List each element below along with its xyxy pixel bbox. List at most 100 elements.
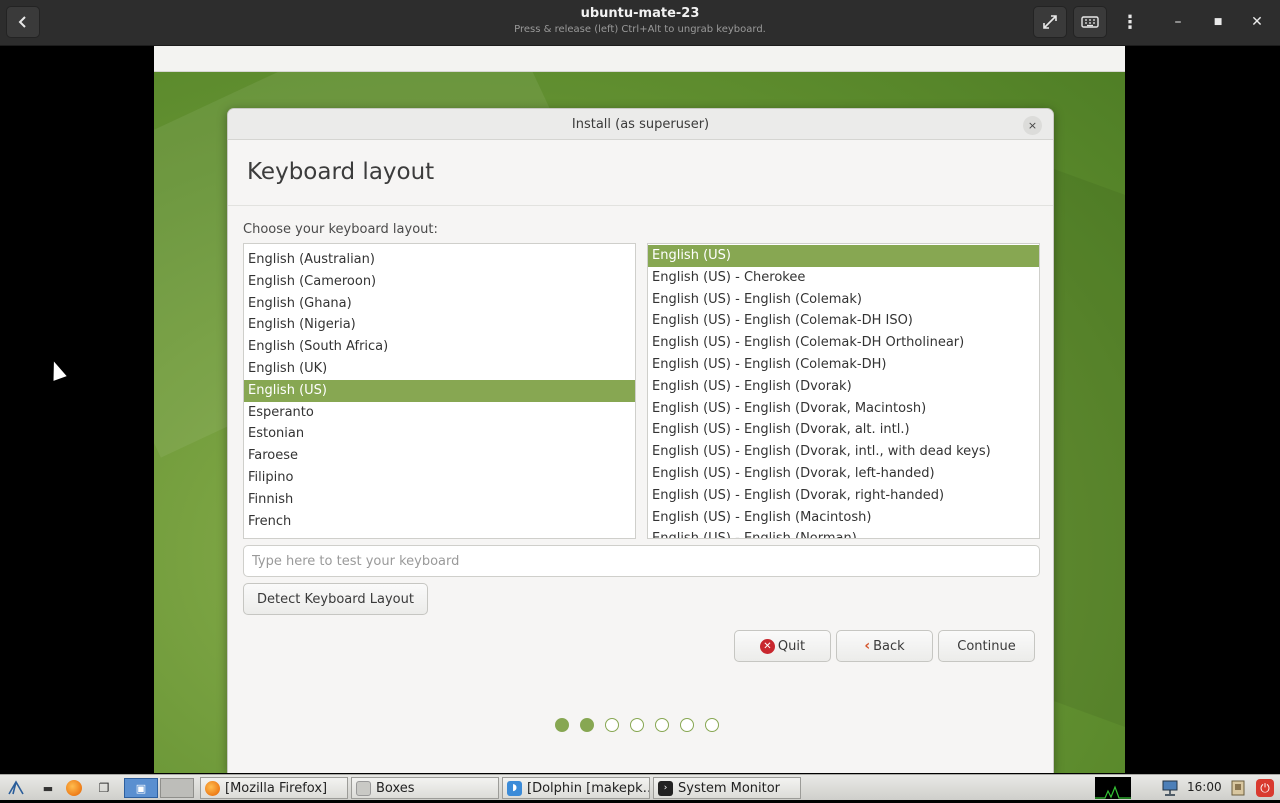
workspace-2[interactable] bbox=[160, 778, 194, 798]
kebab-menu-icon: ⋮ bbox=[1121, 11, 1139, 33]
workspace-1[interactable]: ▣ bbox=[124, 778, 158, 798]
taskbar-window-boxes[interactable]: Boxes bbox=[351, 777, 499, 799]
variant-list-item[interactable]: English (US) - English (Dvorak, alt. int… bbox=[648, 419, 1039, 441]
divider bbox=[228, 205, 1053, 206]
back-arrow-icon: ‹ bbox=[864, 638, 871, 654]
guest-top-panel bbox=[154, 46, 1125, 72]
ungrab-hint: Press & release (left) Ctrl+Alt to ungra… bbox=[514, 24, 766, 35]
maximize-button[interactable]: ■ bbox=[1204, 8, 1232, 36]
layout-list-item[interactable]: Filipino bbox=[244, 467, 635, 489]
network-tray-button[interactable] bbox=[1160, 778, 1180, 798]
variant-list-item[interactable]: English (US) - English (Norman) bbox=[648, 528, 1039, 538]
start-menu-button[interactable] bbox=[6, 778, 26, 798]
progress-dot bbox=[680, 718, 694, 732]
back-button[interactable]: ‹ Back bbox=[836, 630, 933, 662]
keyboard-button[interactable] bbox=[1073, 6, 1107, 38]
minimize-icon: – bbox=[1174, 14, 1182, 30]
taskbar-window-label: [Dolphin [makepk… bbox=[527, 780, 650, 796]
layout-list-item[interactable]: Esperanto bbox=[244, 402, 635, 424]
taskbar-window-firefox[interactable]: [Mozilla Firefox] bbox=[200, 777, 348, 799]
firefox-icon bbox=[66, 780, 82, 796]
layout-list-item[interactable]: Faroese bbox=[244, 445, 635, 467]
layout-list-item[interactable]: French bbox=[244, 511, 635, 533]
page-title: Keyboard layout bbox=[247, 159, 435, 185]
keyboard-test-input[interactable] bbox=[243, 545, 1040, 577]
firefox-launcher[interactable] bbox=[64, 778, 84, 798]
variant-list-item[interactable]: English (US) - English (Macintosh) bbox=[648, 507, 1039, 529]
show-desktop-button[interactable]: ▬ bbox=[38, 778, 58, 798]
vm-title: ubuntu-mate-23 bbox=[580, 6, 700, 21]
variant-list-item[interactable]: English (US) - Cherokee bbox=[648, 267, 1039, 289]
close-icon: ✕ bbox=[1251, 14, 1263, 30]
dialog-title: Install (as superuser) bbox=[571, 117, 710, 132]
layout-list-item[interactable]: English (Cameroon) bbox=[244, 271, 635, 293]
variant-list-item[interactable]: English (US) - English (Colemak-DH Ortho… bbox=[648, 332, 1039, 354]
keyboard-icon bbox=[1081, 16, 1099, 28]
minimize-button[interactable]: – bbox=[1164, 8, 1192, 36]
progress-dot bbox=[555, 718, 569, 732]
expand-icon bbox=[1043, 15, 1057, 29]
continue-button[interactable]: Continue bbox=[938, 630, 1035, 662]
variant-list-item[interactable]: English (US) - English (Dvorak) bbox=[648, 376, 1039, 398]
variant-list-item[interactable]: English (US) - English (Colemak-DH) bbox=[648, 354, 1039, 376]
network-icon bbox=[1162, 780, 1178, 796]
close-window-button[interactable]: ✕ bbox=[1243, 8, 1271, 36]
power-button[interactable]: ⏻ bbox=[1255, 778, 1275, 798]
quit-button[interactable]: ✕ Quit bbox=[734, 630, 831, 662]
layout-list[interactable]: English (Australian) English (Cameroon) En… bbox=[243, 243, 636, 539]
continue-label: Continue bbox=[957, 638, 1016, 654]
back-label: Back bbox=[873, 638, 905, 654]
cpu-graph bbox=[1095, 777, 1131, 799]
detect-layout-button[interactable]: Detect Keyboard Layout bbox=[243, 583, 428, 615]
terminal-icon: › bbox=[658, 780, 673, 796]
taskbar-window-label: [Mozilla Firefox] bbox=[225, 780, 328, 796]
cpu-graph-icon bbox=[1095, 785, 1131, 799]
variant-list-item[interactable]: English (US) - English (Colemak-DH ISO) bbox=[648, 310, 1039, 332]
progress-dot bbox=[655, 718, 669, 732]
taskbar-window-dolphin[interactable]: ◗ [Dolphin [makepk… bbox=[502, 777, 650, 799]
boxes-icon bbox=[356, 780, 371, 796]
layout-list-item[interactable]: English (UK) bbox=[244, 358, 635, 380]
clock: 16:00 bbox=[1187, 780, 1222, 794]
dialog-close-button[interactable]: × bbox=[1023, 116, 1042, 135]
progress-dot bbox=[705, 718, 719, 732]
layout-list-item[interactable]: English (US) bbox=[244, 379, 635, 402]
variant-list[interactable]: English (US) English (US) - Cherokee Engli… bbox=[647, 243, 1040, 539]
variant-list-item[interactable]: English (US) - English (Colemak) bbox=[648, 289, 1039, 311]
fullscreen-button[interactable] bbox=[1033, 6, 1067, 38]
layout-list-item[interactable]: English (Australian) bbox=[244, 249, 635, 271]
layout-list-item[interactable]: English (Nigeria) bbox=[244, 314, 635, 336]
layout-list-item[interactable]: English (Ghana) bbox=[244, 293, 635, 315]
menu-button[interactable]: ⋮ bbox=[1113, 6, 1147, 38]
windows-icon: ❐ bbox=[98, 781, 110, 795]
maximize-icon: ■ bbox=[1213, 17, 1223, 27]
taskbar-window-system-monitor[interactable]: › System Monitor bbox=[653, 777, 801, 799]
mouse-cursor bbox=[47, 359, 67, 381]
chevron-left-icon bbox=[18, 16, 26, 28]
variant-list-item[interactable]: English (US) - English (Dvorak, intl., w… bbox=[648, 441, 1039, 463]
variant-list-item[interactable]: English (US) - English (Dvorak, Macintos… bbox=[648, 398, 1039, 420]
host-taskbar: ▬ ❐ ▣ [Mozilla Firefox] Boxes ◗ [Dolphin… bbox=[0, 774, 1280, 800]
variant-list-item[interactable]: English (US) bbox=[648, 245, 1039, 267]
progress-dot bbox=[580, 718, 594, 732]
taskbar-window-label: System Monitor bbox=[678, 780, 781, 796]
session-tray-button[interactable] bbox=[1228, 778, 1248, 798]
layout-list-item[interactable]: English (South Africa) bbox=[244, 336, 635, 358]
installer-dialog: Install (as superuser) × Keyboard layout… bbox=[227, 108, 1054, 773]
layout-list-item[interactable]: Finnish bbox=[244, 489, 635, 511]
workspace-icon: ▣ bbox=[135, 781, 147, 795]
choose-layout-label: Choose your keyboard layout: bbox=[243, 222, 438, 237]
desktop-icon: ▬ bbox=[42, 781, 54, 795]
variant-list-item[interactable]: English (US) - English (Dvorak, left-han… bbox=[648, 463, 1039, 485]
quit-label: Quit bbox=[777, 638, 806, 654]
user-session-icon bbox=[1231, 780, 1245, 796]
progress-dot bbox=[605, 718, 619, 732]
variant-list-item[interactable]: English (US) - English (Dvorak, right-ha… bbox=[648, 485, 1039, 507]
close-icon: × bbox=[1027, 119, 1038, 132]
power-icon: ⏻ bbox=[1256, 779, 1274, 797]
progress-dot bbox=[630, 718, 644, 732]
back-arrow-button[interactable] bbox=[6, 6, 40, 38]
layout-list-item[interactable]: Estonian bbox=[244, 423, 635, 445]
boxes-header-bar: ubuntu-mate-23 Press & release (left) Ct… bbox=[0, 0, 1280, 46]
file-manager-launcher[interactable]: ❐ bbox=[94, 778, 114, 798]
